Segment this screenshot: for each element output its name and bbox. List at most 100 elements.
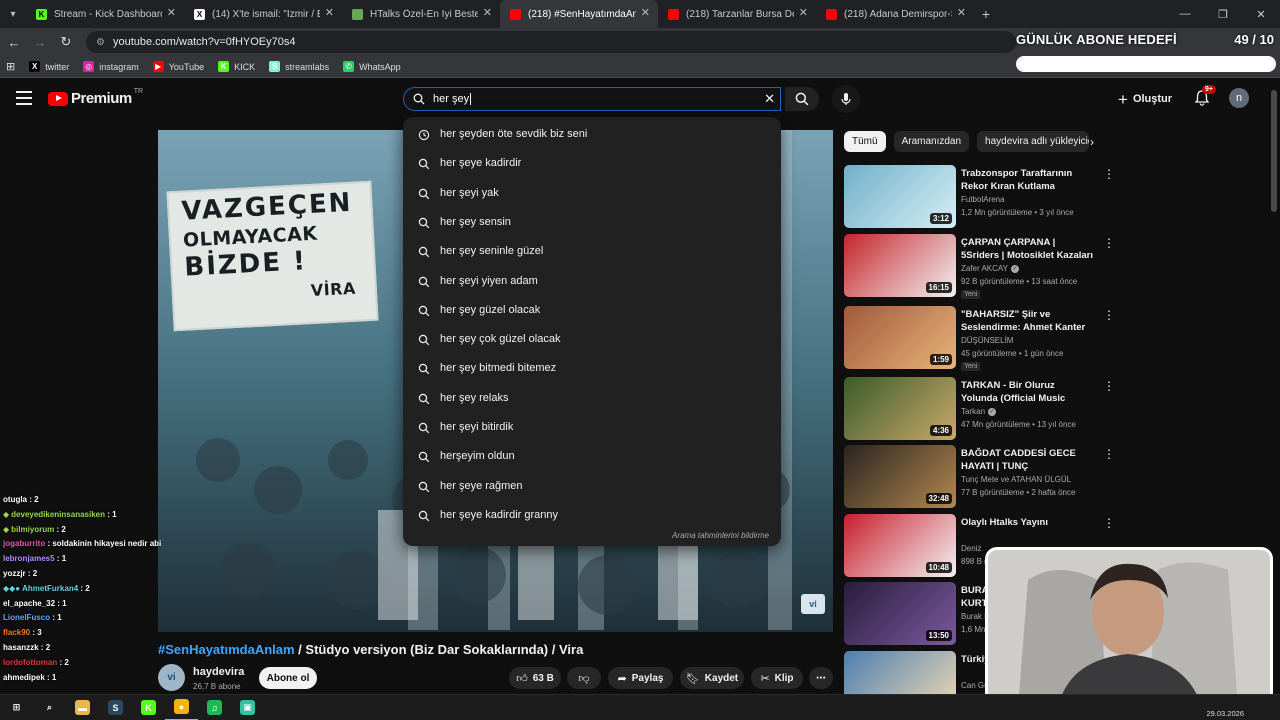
taskbar-streamlabs-app[interactable]: ▣	[231, 695, 264, 720]
video-hashtag[interactable]: #SenHayatımdaAnlam	[158, 642, 295, 657]
browser-tab[interactable]: (218) Tarzanlar Bursa Deplasma ✕	[658, 0, 816, 28]
suggestion-item[interactable]: her şeyi yak	[403, 179, 781, 208]
suggestion-item[interactable]: her şey çok güzel olacak	[403, 325, 781, 354]
more-vert-icon[interactable]: ⋮	[1103, 168, 1115, 180]
browser-tab[interactable]: (218) Adana Demirspor-Şanlıur ✕	[816, 0, 974, 28]
video-thumbnail[interactable]: 10:48	[844, 514, 956, 577]
browser-tab[interactable]: (218) #SenHayatımdaAnlam / S ✕	[500, 0, 658, 28]
more-vert-icon[interactable]: ⋮	[1103, 309, 1115, 321]
suggestion-item[interactable]: her şeye kadirdir granny	[403, 501, 781, 530]
bookmark-whatsapp[interactable]: ✆ WhatsApp	[343, 61, 401, 72]
taskbar-file-explorer[interactable]: ▬	[66, 695, 99, 720]
suggestion-item[interactable]: her şey sensin	[403, 208, 781, 237]
page-scrollbar[interactable]	[1271, 90, 1277, 212]
recommended-video[interactable]: 32:48 BAĞDAT CADDESİ GECE HAYATI | TUNÇ M…	[844, 445, 1115, 509]
tab-close-icon[interactable]: ✕	[641, 8, 650, 19]
notifications-button[interactable]: 9+	[1193, 85, 1216, 109]
voice-search-button[interactable]	[832, 85, 860, 113]
menu-icon[interactable]	[16, 91, 32, 105]
youtube-logo[interactable]: Premium TR	[48, 88, 143, 107]
video-thumbnail[interactable]: 16:15	[844, 234, 956, 297]
tab-close-icon[interactable]: ✕	[325, 8, 334, 19]
tab-close-icon[interactable]: ✕	[957, 8, 966, 19]
recommended-title[interactable]: "BAHARSIZ" Şiir ve Seslendirme: Ahmet Ka…	[961, 308, 1093, 334]
tab-search-icon[interactable]: ▾	[0, 0, 26, 28]
forward-icon[interactable]: →	[28, 28, 52, 56]
taskbar-steam[interactable]: S	[99, 695, 132, 720]
suggestion-item[interactable]: her şeyden öte sevdik biz seni	[403, 120, 781, 149]
recommended-title[interactable]: Olaylı Htalks Yayını	[961, 516, 1093, 529]
site-info-icon[interactable]: ⚙	[96, 37, 105, 48]
suggestion-item[interactable]: her şeyi bitirdik	[403, 413, 781, 442]
dislike-button[interactable]: 👎︎	[567, 667, 601, 689]
bookmark-streamlabs[interactable]: Sstreamlabs	[269, 61, 329, 72]
bookmark-youtube[interactable]: ▶ YouTube	[152, 61, 204, 72]
restore-icon[interactable]: ❐	[1204, 0, 1242, 28]
search-input[interactable]: her şey ✕	[403, 87, 781, 111]
taskbar-chrome[interactable]: ●	[165, 695, 198, 720]
channel-name[interactable]: haydevira	[193, 666, 244, 678]
recommended-title[interactable]: Trabzonspor Taraftarının Rekor Kıran Kut…	[961, 167, 1093, 193]
browser-tab[interactable]: K Stream - Kick Dashboard ✕	[26, 0, 184, 28]
chevron-right-icon[interactable]: ›	[1090, 135, 1094, 149]
minimize-icon[interactable]: —	[1166, 0, 1204, 28]
filter-chip[interactable]: Aramanızdan	[893, 131, 970, 152]
suggestion-item[interactable]: her şey güzel olacak	[403, 296, 781, 325]
like-button[interactable]: 👍︎ 63 B	[509, 667, 561, 689]
filter-chip[interactable]: Tümü	[844, 131, 886, 152]
clip-button[interactable]: ✂ Klip	[751, 667, 803, 689]
recommended-video[interactable]: 4:36 TARKAN - Bir Oluruz Yolunda (Officia…	[844, 377, 1115, 441]
more-actions-button[interactable]: ⋯	[809, 667, 833, 689]
search-button[interactable]	[785, 87, 819, 111]
recommended-video[interactable]: 3:12 Trabzonspor Taraftarının Rekor Kıran…	[844, 165, 1115, 229]
channel-watermark[interactable]: vi	[801, 594, 825, 614]
recommended-video[interactable]: 16:15 ÇARPAN ÇARPANA | 5Sriders | Motosik…	[844, 234, 1115, 299]
taskbar-search[interactable]: ⌕	[33, 695, 66, 720]
taskbar-kick-app[interactable]: K	[132, 695, 165, 720]
reload-icon[interactable]: ↻	[54, 28, 78, 56]
subscribe-button[interactable]: Abone ol	[259, 667, 317, 689]
browser-tab[interactable]: HTalks Özel-En İyi Beste Kimde ✕	[342, 0, 500, 28]
close-window-icon[interactable]: ✕	[1242, 0, 1280, 28]
taskbar-windows-start[interactable]: ⊞	[0, 695, 33, 720]
address-bar[interactable]: ⚙ youtube.com/watch?v=0fHYOEy70s4	[86, 31, 1016, 53]
tab-close-icon[interactable]: ✕	[167, 8, 176, 19]
suggestion-item[interactable]: her şey bitmedi bitemez	[403, 354, 781, 383]
video-thumbnail[interactable]: 3:12	[844, 165, 956, 228]
new-tab-button[interactable]: +	[974, 6, 998, 22]
suggestion-item[interactable]: herşeyim oldun	[403, 442, 781, 471]
browser-tab[interactable]: X (14) X'te ismail: "İzmir / Bakırçay ✕	[184, 0, 342, 28]
suggestion-item[interactable]: her şeyi yiyen adam	[403, 267, 781, 296]
suggestion-item[interactable]: her şeye rağmen	[403, 472, 781, 501]
suggestion-item[interactable]: her şeye kadirdir	[403, 149, 781, 178]
more-vert-icon[interactable]: ⋮	[1103, 380, 1115, 392]
back-icon[interactable]: ←	[2, 28, 26, 56]
bookmark-instagram[interactable]: ◎ instagram	[83, 61, 139, 72]
more-vert-icon[interactable]: ⋮	[1103, 517, 1115, 529]
tab-close-icon[interactable]: ✕	[483, 8, 492, 19]
recommended-title[interactable]: TARKAN - Bir Oluruz Yolunda (Official Mu…	[961, 379, 1093, 405]
recommended-title[interactable]: BAĞDAT CADDESİ GECE HAYATI | TUNÇ METE,A…	[961, 447, 1093, 473]
clear-search-icon[interactable]: ✕	[764, 92, 775, 106]
suggestion-item[interactable]: her şey seninle güzel	[403, 237, 781, 266]
account-avatar[interactable]: n	[1229, 88, 1249, 108]
filter-chip[interactable]: haydevira adlı yükleyiciden	[977, 131, 1090, 152]
recommended-title[interactable]: ÇARPAN ÇARPANA | 5Sriders | Motosiklet K…	[961, 236, 1093, 262]
apps-grid-icon[interactable]: ⊞	[6, 60, 15, 73]
share-button[interactable]: ➦ Paylaş	[608, 667, 673, 689]
video-thumbnail[interactable]: 1:59	[844, 306, 956, 369]
video-thumbnail[interactable]: 13:50	[844, 582, 956, 645]
report-predictions-link[interactable]: Arama tahminlerini bildirme	[672, 531, 769, 540]
bookmark-kick[interactable]: K KICK	[218, 61, 255, 72]
recommended-video[interactable]: 1:59 "BAHARSIZ" Şiir ve Seslendirme: Ahme…	[844, 306, 1115, 371]
video-thumbnail[interactable]: 32:48	[844, 445, 956, 508]
more-vert-icon[interactable]: ⋮	[1103, 448, 1115, 460]
suggestion-item[interactable]: her şey relaks	[403, 384, 781, 413]
save-button[interactable]: 🔖︎ Kaydet	[680, 667, 744, 689]
taskbar-spotify[interactable]: ♫	[198, 695, 231, 720]
bookmark-twitter[interactable]: Xtwitter	[29, 61, 69, 72]
create-button[interactable]: + Oluştur	[1118, 89, 1172, 109]
video-thumbnail[interactable]: 4:36	[844, 377, 956, 440]
tab-close-icon[interactable]: ✕	[799, 8, 808, 19]
more-vert-icon[interactable]: ⋮	[1103, 237, 1115, 249]
